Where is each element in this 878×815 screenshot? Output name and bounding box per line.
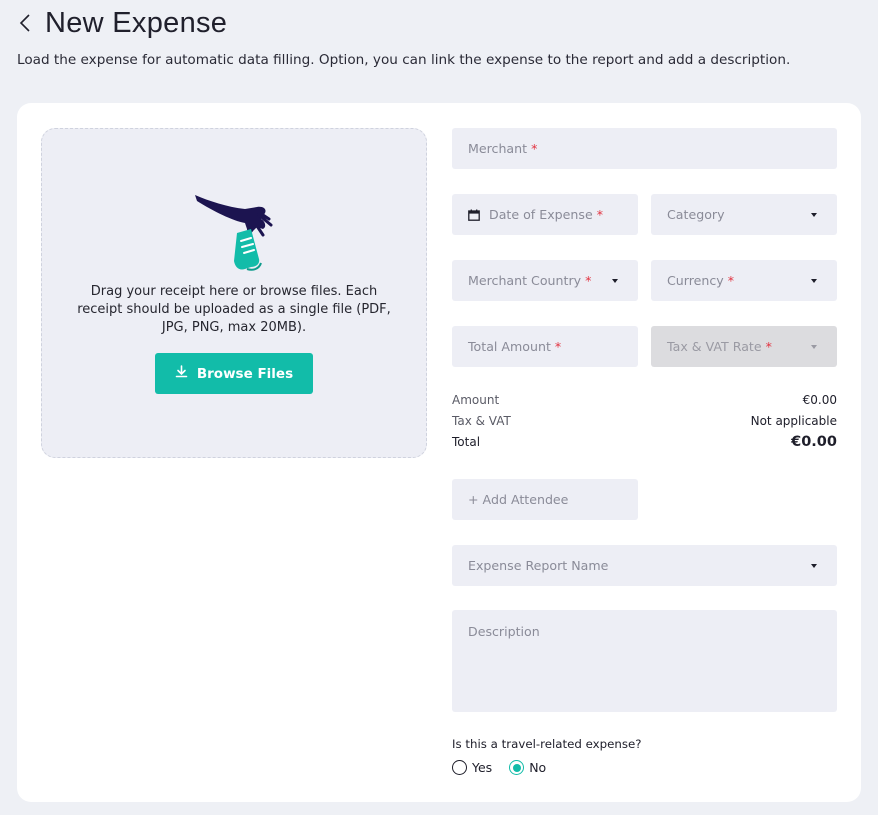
total-label: Total [452,435,481,449]
add-attendee-label: + Add Attendee [468,492,569,507]
date-label: Date of Expense [489,207,593,222]
caret-down-icon [811,344,817,349]
add-attendee-button[interactable]: + Add Attendee [452,479,638,520]
currency-label: Currency [667,273,724,288]
page-header: New Expense [18,6,227,40]
amount-value: €0.00 [802,393,837,407]
calendar-icon [468,209,480,221]
required-mark: * [596,207,603,222]
merchant-country-select[interactable]: Merchant Country * [452,260,638,301]
caret-down-icon [612,278,618,283]
caret-down-icon [811,278,817,283]
category-select[interactable]: Category [651,194,837,235]
required-mark: * [585,273,592,288]
page-title: New Expense [45,6,228,39]
merchant-country-label: Merchant Country [468,273,582,288]
category-label: Category [667,207,725,222]
no-label: No [529,760,547,775]
description-label: Description [468,624,540,639]
total-amount-label: Total Amount [468,339,551,354]
travel-no-option[interactable]: No [509,760,546,775]
amount-row: Amount €0.00 [452,393,837,407]
tax-rate-label: Tax & VAT Rate [667,339,762,354]
radio-yes[interactable] [452,760,467,775]
expense-form-card: Drag your receipt here or browse files. … [17,103,861,802]
total-row: Total €0.00 [452,434,837,450]
date-of-expense-field[interactable]: Date of Expense * [452,194,638,235]
radio-no[interactable] [509,760,525,775]
amount-label: Amount [452,393,500,407]
merchant-field[interactable]: Merchant * [452,128,837,169]
total-amount-field[interactable]: Total Amount * [452,326,638,367]
merchant-label: Merchant [468,141,528,156]
chevron-left-icon[interactable] [18,6,38,40]
download-icon [175,365,188,382]
required-mark: * [765,339,772,354]
required-mark: * [531,141,538,156]
tax-vat-label: Tax & VAT [452,414,511,428]
travel-radio-group: Yes No [452,760,563,775]
caret-down-icon [811,563,817,568]
browse-files-label: Browse Files [196,365,294,382]
tax-vat-rate-select: Tax & VAT Rate * [651,326,837,367]
description-textarea[interactable]: Description [452,610,837,712]
yes-label: Yes [472,760,493,775]
browse-files-button[interactable]: Browse Files [155,353,313,394]
travel-question: Is this a travel-related expense? [452,737,642,751]
tax-vat-value: Not applicable [750,414,837,428]
currency-select[interactable]: Currency * [651,260,837,301]
tax-vat-row: Tax & VAT Not applicable [452,414,837,428]
radio-selected-dot [512,763,521,772]
hand-receipt-illustration [195,195,273,271]
page-subtitle: Load the expense for automatic data fill… [17,52,791,68]
expense-report-name-select[interactable]: Expense Report Name [452,545,837,586]
required-mark: * [727,273,735,288]
report-name-label: Expense Report Name [468,558,609,573]
total-value: €0.00 [791,434,837,450]
dropzone-instructions: Drag your receipt here or browse files. … [77,284,391,335]
receipt-dropzone[interactable]: Drag your receipt here or browse files. … [41,128,427,458]
travel-yes-option[interactable]: Yes [452,760,492,775]
required-mark: * [554,339,562,354]
caret-down-icon [811,212,817,217]
